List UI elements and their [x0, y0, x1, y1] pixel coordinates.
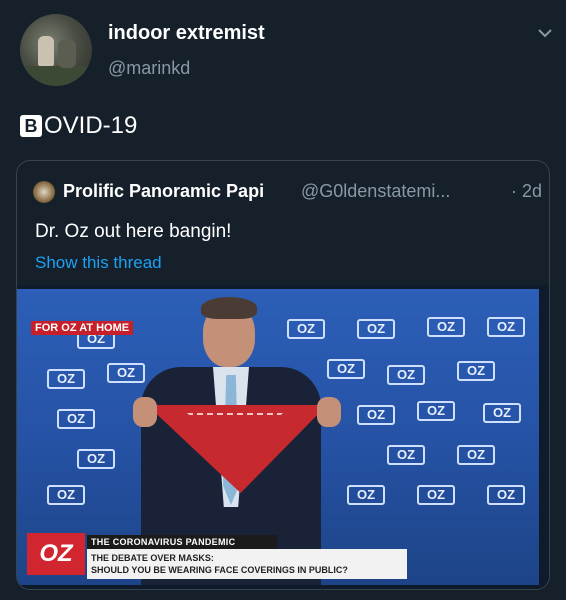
backdrop-logo: OZ: [487, 317, 525, 337]
backdrop-logo: OZ: [357, 405, 395, 425]
handle[interactable]: @marinkd: [108, 58, 190, 79]
backdrop-logo: OZ: [483, 403, 521, 423]
backdrop-logo: OZ: [327, 359, 365, 379]
caption-line-1: THE DEBATE OVER MASKS:: [91, 553, 214, 563]
tweet-text-rest: OVID-19: [44, 112, 138, 139]
backdrop-logo: OZ: [347, 485, 385, 505]
backdrop-logo: OZ: [387, 445, 425, 465]
backdrop-logo: OZ: [387, 365, 425, 385]
program-tag: FOR OZ AT HOME: [31, 321, 134, 335]
backdrop-logo: OZ: [427, 317, 465, 337]
display-name[interactable]: indoor extremist: [108, 22, 265, 45]
right-hand: [317, 397, 341, 427]
backdrop-logo: OZ: [417, 485, 455, 505]
left-hand: [133, 397, 157, 427]
quoted-display-name[interactable]: Prolific Panoramic Papi: [63, 181, 264, 202]
backdrop-logo: OZ: [487, 485, 525, 505]
backdrop-logo: OZ: [57, 409, 95, 429]
backdrop-logo: OZ: [47, 369, 85, 389]
quoted-tweet[interactable]: Prolific Panoramic Papi @G0ldenstatemi..…: [16, 160, 550, 590]
quoted-handle[interactable]: @G0ldenstatemi...: [301, 181, 450, 202]
backdrop-logo: OZ: [457, 445, 495, 465]
backdrop-logo: OZ: [77, 449, 115, 469]
chevron-down-icon[interactable]: [536, 24, 554, 42]
media-image[interactable]: OZ OZ OZ OZ OZ OZ OZ OZ OZ OZ OZ OZ OZ O…: [17, 285, 549, 589]
caption-line-2: SHOULD YOU BE WEARING FACE COVERINGS IN …: [91, 565, 348, 575]
tweet-text: B OVID-19: [20, 112, 137, 140]
lower-third-caption: THE DEBATE OVER MASKS: SHOULD YOU BE WEA…: [87, 549, 407, 579]
show-logo: OZ: [27, 533, 85, 575]
quoted-avatar[interactable]: [33, 181, 55, 203]
b-button-emoji: B: [20, 115, 42, 137]
backdrop-logo: OZ: [457, 361, 495, 381]
backdrop-logo: OZ: [47, 485, 85, 505]
show-thread-link[interactable]: Show this thread: [35, 253, 162, 273]
lower-third-header: THE CORONAVIRUS PANDEMIC: [87, 535, 277, 549]
tweet[interactable]: indoor extremist @marinkd B OVID-19 Prol…: [0, 0, 566, 600]
backdrop-logo: OZ: [417, 401, 455, 421]
backdrop-logo: OZ: [357, 319, 395, 339]
quoted-text: Dr. Oz out here bangin!: [35, 221, 232, 242]
tv-frame: OZ OZ OZ OZ OZ OZ OZ OZ OZ OZ OZ OZ OZ O…: [17, 289, 539, 585]
quoted-timestamp[interactable]: · 2d: [511, 181, 542, 202]
lower-third: OZ THE CORONAVIRUS PANDEMIC THE DEBATE O…: [17, 527, 539, 585]
backdrop-logo: OZ: [107, 363, 145, 383]
avatar[interactable]: [20, 14, 92, 86]
person-hair: [201, 297, 257, 319]
backdrop-logo: OZ: [287, 319, 325, 339]
